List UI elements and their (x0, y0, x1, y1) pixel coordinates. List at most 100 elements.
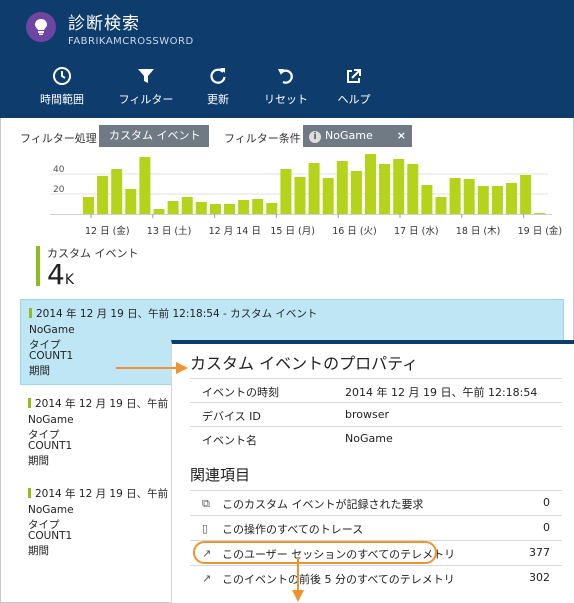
related-count: 0 (543, 496, 550, 509)
related-item-traces[interactable]: ▯ この操作のすべてのトレース 0 (190, 515, 562, 539)
chart-bar[interactable] (153, 209, 165, 214)
filter-icon (138, 69, 154, 83)
property-row: デバイス ID browser (190, 402, 562, 425)
event-name: NoGame (28, 504, 74, 516)
help-label: ヘルプ (337, 93, 371, 106)
chart-bar[interactable] (167, 201, 179, 214)
help-button[interactable]: ヘルプ (323, 66, 385, 110)
event-header: 2014 年 12 月 19 日、午前 12:18:54 - カスタム イベント (29, 306, 317, 321)
related-count: 302 (529, 571, 550, 584)
related-item-request[interactable]: ⧉ このカスタム イベントが記録された要求 0 (190, 490, 562, 514)
chart-bar[interactable] (125, 189, 137, 214)
summary-number: 4 (47, 258, 65, 291)
chart-bar[interactable] (463, 179, 475, 214)
callout-arrow-right (116, 362, 188, 374)
chart-bar[interactable] (139, 157, 151, 214)
chart-bar[interactable] (336, 161, 348, 214)
chart-bar[interactable] (294, 177, 306, 214)
chart-bar[interactable] (111, 169, 123, 214)
related-count: 0 (543, 521, 550, 534)
summary-accent (36, 246, 40, 286)
event-list-item[interactable]: 2014 年 12 月 19 日、午前 NoGame タイプ COUNT1 期間 (20, 396, 170, 476)
x-tick-label: 12 月 14 日 (209, 226, 261, 237)
chart-bar[interactable] (407, 164, 419, 214)
chart-bar[interactable] (209, 204, 221, 214)
chart-bar[interactable] (435, 197, 447, 214)
event-duration: 期間 (29, 365, 50, 377)
related-count: 377 (529, 546, 550, 559)
filter-label: フィルター (118, 93, 174, 106)
related-items-title: 関連項目 (190, 466, 251, 484)
property-value: 2014 年 12 月 19 日、午前 12:18:54 (345, 386, 538, 399)
chart-bar[interactable] (534, 213, 546, 214)
properties-title: カスタム イベントのプロパティ (190, 354, 419, 373)
time-range-label: 時間範囲 (40, 93, 84, 106)
chart-bar[interactable] (181, 197, 193, 214)
property-key: イベントの時刻 (202, 386, 279, 399)
event-duration: 期間 (28, 455, 49, 467)
chart-bar[interactable] (477, 186, 489, 214)
chart-bar[interactable] (252, 199, 264, 214)
callout-arrow-down (292, 558, 304, 602)
x-tick-label: 18 日 (木) (456, 225, 501, 237)
event-name: NoGame (29, 324, 75, 336)
condition-value: NoGame (325, 129, 373, 142)
property-row: イベント名 NoGame (190, 426, 562, 449)
info-icon: i (309, 131, 321, 143)
chart-bar[interactable] (322, 178, 334, 214)
chart-bar[interactable] (280, 169, 292, 214)
app-header: 診断検索 FABRIKAMCROSSWORD 時間範囲 フィルター 更新 リセッ… (0, 0, 574, 118)
chart-bar[interactable] (421, 185, 433, 214)
event-count: COUNT1 (28, 530, 73, 542)
filter-process-label: フィルター処理 (20, 132, 97, 145)
filter-button[interactable]: フィルター (115, 66, 177, 110)
filter-condition-label: フィルター条件 (224, 132, 301, 145)
event-duration: 期間 (28, 545, 49, 557)
event-header: 2014 年 12 月 19 日、午前 (28, 396, 168, 411)
chart-bar[interactable] (308, 163, 320, 214)
close-icon[interactable]: × (397, 125, 406, 147)
page-title: 診断検索 (68, 14, 140, 34)
copy-icon: ⧉ (202, 497, 210, 510)
x-tick-label: 12 日 (金) (85, 225, 130, 237)
callout-oval (193, 541, 437, 564)
lightbulb-icon (26, 12, 56, 42)
property-row: イベントの時刻 2014 年 12 月 19 日、午前 12:18:54 (190, 378, 562, 401)
event-type-filter[interactable]: カスタム イベント (99, 125, 209, 147)
reset-icon (278, 69, 293, 84)
chart-bar[interactable] (520, 175, 532, 214)
chart-bar[interactable] (350, 171, 362, 214)
summary-unit: K (64, 272, 75, 288)
property-key: イベント名 (202, 434, 257, 447)
chart-bar[interactable] (83, 197, 94, 214)
summary-value: 4K (47, 258, 74, 291)
chart-bar[interactable] (393, 159, 405, 214)
chart-bar[interactable] (238, 200, 250, 214)
refresh-button[interactable]: 更新 (187, 66, 249, 110)
event-name: NoGame (28, 414, 74, 426)
chart-bar[interactable] (506, 183, 517, 214)
x-tick-label: 17 日 (水) (394, 225, 439, 237)
y-tick-label: 40 (53, 165, 65, 175)
chart-bar[interactable] (379, 164, 391, 214)
chart-bar[interactable] (266, 203, 278, 214)
chart-bar[interactable] (97, 176, 109, 214)
y-tick-label: 20 (53, 185, 65, 195)
chart-bar[interactable] (195, 202, 207, 214)
chart-bar[interactable] (491, 186, 503, 214)
reset-button[interactable]: リセット (255, 66, 317, 110)
condition-filter-chip[interactable]: i NoGame × (303, 125, 412, 147)
chart-bar[interactable] (224, 204, 235, 214)
refresh-icon (210, 68, 226, 84)
chart-bar[interactable] (449, 178, 461, 214)
event-count: COUNT1 (29, 350, 74, 362)
related-item-nearby[interactable]: ↗ このイベントの前後 5 分のすべてのテレメトリ 302 (190, 565, 562, 589)
external-link-icon (347, 69, 361, 83)
event-list-item[interactable]: 2014 年 12 月 19 日、午前 NoGame タイプ COUNT1 期間 (20, 486, 170, 566)
x-tick-label: 19 日 (金) (518, 225, 563, 237)
reset-label: リセット (264, 93, 308, 106)
chart-bar[interactable] (365, 154, 376, 214)
resource-name: FABRIKAMCROSSWORD (68, 36, 194, 47)
time-range-button[interactable]: 時間範囲 (31, 66, 93, 110)
clock-icon (53, 67, 71, 85)
